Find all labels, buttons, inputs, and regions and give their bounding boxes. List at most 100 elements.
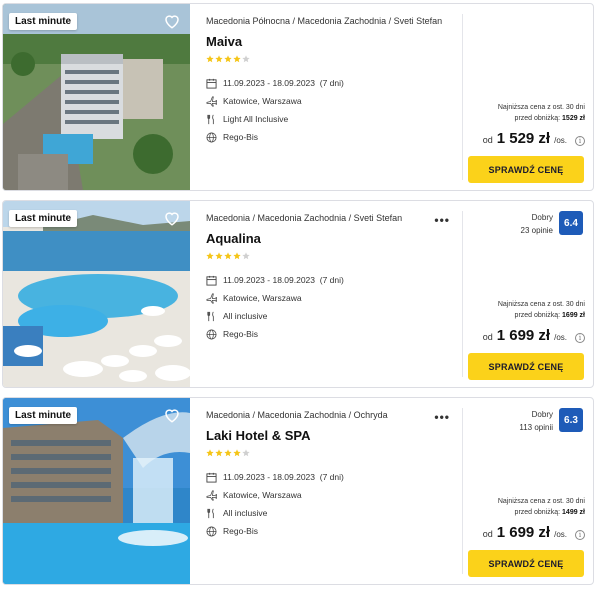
info-icon[interactable]: i — [575, 530, 585, 540]
star-icon — [233, 449, 241, 457]
departure-row: Katowice, Warszawa — [206, 486, 462, 504]
heart-icon[interactable] — [163, 406, 181, 424]
star-icon — [242, 252, 250, 260]
review-rating[interactable]: Dobry 23 opinie 6.4 — [521, 211, 583, 237]
check-price-button[interactable]: SPRAWDŹ CENĘ — [468, 550, 584, 577]
lowest-price-prefix: przed obniżką: — [514, 115, 563, 122]
lowest-price-line1: Najniższa cena z ost. 30 dni — [497, 104, 585, 111]
location-breadcrumb[interactable]: Macedonia / Macedonia Zachodnia / Sveti … — [206, 213, 452, 223]
last-minute-badge: Last minute — [9, 13, 78, 30]
cutlery-icon — [206, 508, 217, 519]
operator-row: Rego-Bis — [206, 325, 462, 343]
dates-row: 11.09.2023 - 18.09.2023 (7 dni) — [206, 271, 462, 289]
heart-icon[interactable] — [163, 12, 181, 30]
lowest-price-note: Najniższa cena z ost. 30 dni przed obniż… — [498, 102, 585, 124]
hotel-photo[interactable]: Last minute — [3, 4, 190, 190]
lowest-price-line1: Najniższa cena z ost. 30 dni — [497, 301, 585, 308]
offer-card[interactable]: Last minute Macedonia Północna / Macedon… — [2, 3, 594, 191]
board-text: All inclusive — [223, 311, 268, 321]
plane-icon — [206, 490, 217, 501]
hotel-photo-image — [3, 201, 190, 387]
price-amount: 1 699 zł — [496, 327, 551, 344]
price-from-label: od — [482, 135, 493, 145]
review-count: 23 opinie — [520, 226, 553, 235]
hotel-photo[interactable]: Last minute — [3, 398, 190, 584]
operator-text: Rego-Bis — [223, 329, 258, 339]
star-icon — [206, 55, 214, 63]
last-minute-badge: Last minute — [9, 210, 78, 227]
rating-label: Dobry — [531, 410, 553, 419]
price-from-label: od — [482, 332, 493, 342]
operator-row: Rego-Bis — [206, 128, 462, 146]
star-icon — [215, 449, 223, 457]
heart-icon[interactable] — [163, 209, 181, 227]
departure-text: Katowice, Warszawa — [223, 96, 302, 106]
lowest-price-line1: Najniższa cena z ost. 30 dni — [497, 498, 585, 505]
review-rating[interactable]: Dobry 113 opinii 6.3 — [519, 408, 583, 434]
offer-card[interactable]: Last minute Macedonia / Macedonia Zachod… — [2, 397, 594, 585]
dates-text: 11.09.2023 - 18.09.2023 — [223, 472, 316, 482]
board-text: All inclusive — [223, 508, 268, 518]
globe-icon — [206, 526, 217, 537]
price-section: Dobry 23 opinie 6.4 Najniższa cena z ost… — [463, 201, 593, 387]
info-icon[interactable]: i — [575, 136, 585, 146]
star-icon — [206, 252, 214, 260]
hotel-name[interactable]: Maiva — [206, 34, 462, 49]
star-rating — [206, 449, 462, 459]
lowest-price-prefix: przed obniżką: — [514, 312, 563, 319]
price-per-person: /os. — [554, 530, 567, 539]
hotel-name[interactable]: Laki Hotel & SPA — [206, 428, 462, 443]
hotel-name[interactable]: Aqualina — [206, 231, 462, 246]
hotel-photo-image — [3, 4, 190, 190]
lowest-price-value: 1499 zł — [562, 509, 585, 516]
star-icon — [224, 252, 232, 260]
rating-score-badge: 6.4 — [559, 211, 583, 235]
star-rating — [206, 55, 462, 65]
offer-card[interactable]: Last minute Macedonia / Macedonia Zachod… — [2, 200, 594, 388]
hotel-photo[interactable]: Last minute — [3, 201, 190, 387]
star-icon — [224, 55, 232, 63]
nights-text: (7 dni) — [319, 275, 344, 285]
star-icon — [224, 449, 232, 457]
rating-score-badge: 6.3 — [559, 408, 583, 432]
calendar-icon — [206, 275, 217, 286]
cutlery-icon — [206, 114, 217, 125]
location-breadcrumb[interactable]: Macedonia Północna / Macedonia Zachodnia… — [206, 16, 452, 26]
departure-text: Katowice, Warszawa — [223, 490, 302, 500]
nights-text: (7 dni) — [319, 472, 344, 482]
dates-row: 11.09.2023 - 18.09.2023 (7 dni) — [206, 74, 462, 92]
more-options-icon[interactable]: ••• — [434, 410, 450, 424]
more-options-icon[interactable]: ••• — [434, 213, 450, 227]
globe-icon — [206, 329, 217, 340]
board-row: Light All Inclusive — [206, 110, 462, 128]
star-icon — [215, 252, 223, 260]
lowest-price-prefix: przed obniżką: — [514, 509, 563, 516]
offer-info: Macedonia / Macedonia Zachodnia / Ochryd… — [190, 398, 462, 584]
star-rating — [206, 252, 462, 262]
location-breadcrumb[interactable]: Macedonia / Macedonia Zachodnia / Ochryd… — [206, 410, 452, 420]
operator-text: Rego-Bis — [223, 132, 258, 142]
departure-text: Katowice, Warszawa — [223, 293, 302, 303]
price-per-person: /os. — [554, 136, 567, 145]
price-line: od 1 529 zł /os. i — [483, 130, 585, 147]
hotel-photo-image — [3, 398, 190, 584]
rating-label: Dobry — [531, 213, 553, 222]
calendar-icon — [206, 472, 217, 483]
price-section: Dobry 113 opinii 6.3 Najniższa cena z os… — [463, 398, 593, 584]
price-line: od 1 699 zł /os. i — [483, 327, 585, 344]
info-icon[interactable]: i — [575, 333, 585, 343]
last-minute-badge: Last minute — [9, 407, 78, 424]
check-price-button[interactable]: SPRAWDŹ CENĘ — [468, 156, 584, 183]
star-icon — [233, 252, 241, 260]
plane-icon — [206, 293, 217, 304]
board-row: All inclusive — [206, 504, 462, 522]
lowest-price-value: 1699 zł — [562, 312, 585, 319]
price-section: Najniższa cena z ost. 30 dni przed obniż… — [463, 4, 593, 190]
departure-row: Katowice, Warszawa — [206, 92, 462, 110]
check-price-button[interactable]: SPRAWDŹ CENĘ — [468, 353, 584, 380]
plane-icon — [206, 96, 217, 107]
calendar-icon — [206, 78, 217, 89]
lowest-price-note: Najniższa cena z ost. 30 dni przed obniż… — [498, 299, 585, 321]
operator-text: Rego-Bis — [223, 526, 258, 536]
dates-text: 11.09.2023 - 18.09.2023 — [223, 78, 316, 88]
